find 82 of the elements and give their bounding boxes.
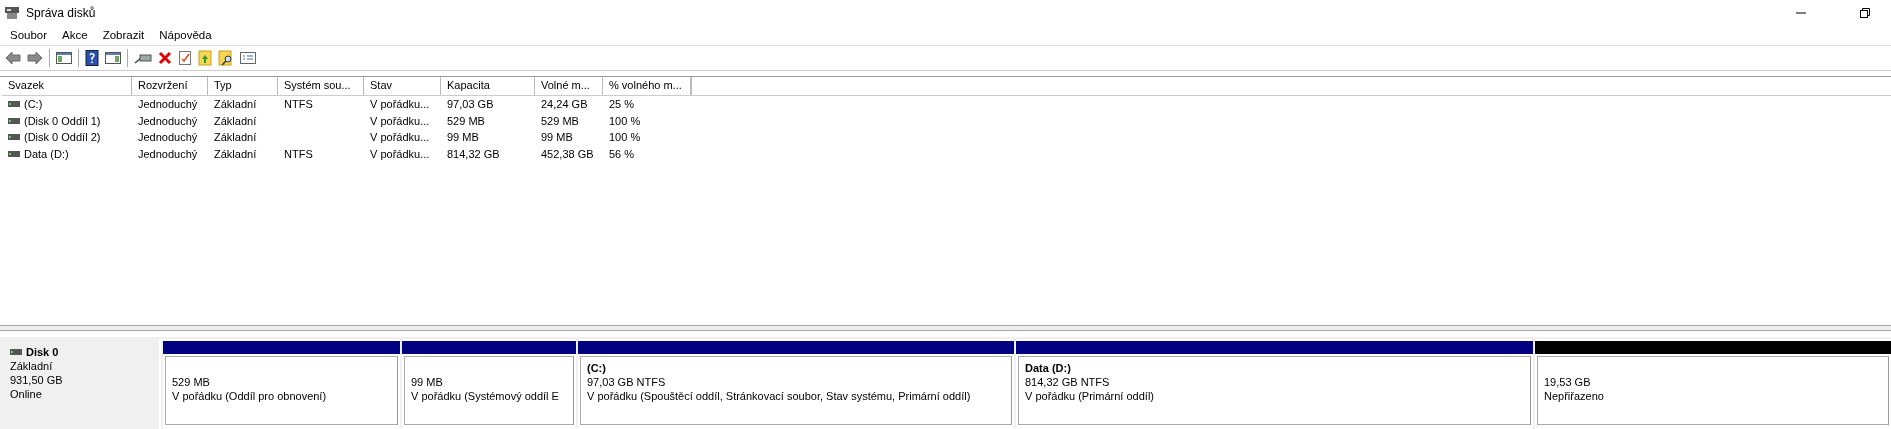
partition-size: 19,53 GB xyxy=(1544,375,1592,389)
table-cell: V pořádku... xyxy=(370,114,430,127)
disk-management-icon xyxy=(4,5,20,20)
table-cell: Jednoduchý xyxy=(138,114,198,127)
partition-status: V pořádku (Spouštěcí oddíl, Stránkovací soubor, Stav systému, Primární oddíl) xyxy=(587,389,972,403)
window-title: Správa disků xyxy=(26,5,96,20)
table-cell: Základní xyxy=(214,147,257,160)
partition-box[interactable]: (C:) 97,03 GB NTFS V pořádku (Spouštěcí oddíl, Stránkovací soubor, Stav systému, Primární oddíl) xyxy=(580,356,1012,425)
action-pane-icon[interactable] xyxy=(105,51,121,65)
disk-size: 931,50 GB xyxy=(10,373,64,387)
table-cell: 99 MB xyxy=(447,131,479,144)
column-header[interactable]: % volného m... xyxy=(603,77,691,95)
menu-item[interactable]: Nápověda xyxy=(159,29,212,41)
folder-up-icon[interactable] xyxy=(198,50,212,66)
restore-icon[interactable] xyxy=(1859,6,1871,19)
table-cell: 56 % xyxy=(609,147,635,160)
connect-icon[interactable] xyxy=(134,51,152,65)
partition-size: 814,32 GB NTFS xyxy=(1025,375,1111,389)
menu-item[interactable]: Zobrazit xyxy=(102,29,145,41)
column-header[interactable]: Rozvržení xyxy=(132,77,208,95)
list-icon[interactable] xyxy=(240,51,256,65)
disk-status: Online xyxy=(10,387,43,401)
column-header[interactable]: Systém sou... xyxy=(278,77,364,95)
table-cell: 814,32 GB xyxy=(447,147,500,160)
partition-status: V pořádku (Primární oddíl) xyxy=(1025,389,1155,403)
delete-icon[interactable] xyxy=(158,51,172,65)
table-cell: (Disk 0 Oddíl 2) xyxy=(24,131,101,144)
column-header[interactable]: Volné m... xyxy=(535,77,603,95)
drive-icon xyxy=(8,101,20,108)
table-cell: 25 % xyxy=(609,98,635,111)
help-icon[interactable] xyxy=(85,50,99,66)
table-cell: V pořádku... xyxy=(370,131,430,144)
drive-icon xyxy=(8,150,20,157)
table-cell: 529 MB xyxy=(447,114,485,127)
drive-icon xyxy=(8,117,20,124)
disk-name: Disk 0 xyxy=(26,345,59,359)
partition-status: V pořádku (Oddíl pro obnovení) xyxy=(172,389,328,403)
menu-item[interactable]: Akce xyxy=(62,29,88,41)
column-header[interactable]: Svazek xyxy=(2,77,132,95)
drive-icon xyxy=(8,134,20,141)
partition-name: Data (D:) xyxy=(1025,361,1072,375)
partition-box[interactable]: Data (D:) 814,32 GB NTFS V pořádku (Primární oddíl) xyxy=(1018,356,1531,425)
column-header[interactable]: Kapacita xyxy=(441,77,535,95)
table-cell: V pořádku... xyxy=(370,147,430,160)
partition-box[interactable]: 19,53 GB Nepřiřazeno xyxy=(1537,356,1889,425)
back-arrow-icon[interactable] xyxy=(5,51,21,65)
table-cell: 97,03 GB xyxy=(447,98,494,111)
table-cell: 100 % xyxy=(609,114,641,127)
table-cell: 24,24 GB xyxy=(541,98,588,111)
console-tree-icon[interactable] xyxy=(56,51,72,65)
table-cell: Jednoduchý xyxy=(138,98,198,111)
table-cell: V pořádku... xyxy=(370,98,430,111)
table-cell: 99 MB xyxy=(541,131,573,144)
table-cell: Základní xyxy=(214,131,257,144)
table-cell: NTFS xyxy=(284,98,313,111)
partition-size: 529 MB xyxy=(172,375,211,389)
partition-size: 97,03 GB NTFS xyxy=(587,375,667,389)
table-cell: NTFS xyxy=(284,147,313,160)
table-cell: (C:) xyxy=(24,98,43,111)
partition-status: V pořádku (Systémový oddíl E xyxy=(411,389,560,403)
disk-type: Základní xyxy=(10,359,54,373)
table-cell: 452,38 GB xyxy=(541,147,594,160)
table-cell: (Disk 0 Oddíl 1) xyxy=(24,114,101,127)
column-header[interactable]: Typ xyxy=(208,77,278,95)
forward-arrow-icon[interactable] xyxy=(27,51,43,65)
table-cell: Základní xyxy=(214,114,257,127)
partition-name: (C:) xyxy=(587,361,607,375)
properties-icon[interactable] xyxy=(178,50,192,66)
partition-box[interactable]: 99 MB V pořádku (Systémový oddíl E xyxy=(404,356,574,425)
drive-icon xyxy=(10,349,22,355)
table-cell: 529 MB xyxy=(541,114,579,127)
column-header[interactable]: Stav xyxy=(364,77,441,95)
folder-search-icon[interactable] xyxy=(218,50,234,66)
partition-box[interactable]: 529 MB V pořádku (Oddíl pro obnovení) xyxy=(165,356,398,425)
partition-status: Nepřiřazeno xyxy=(1544,389,1605,403)
menu-item[interactable]: Soubor xyxy=(10,29,48,41)
table-cell: 100 % xyxy=(609,131,641,144)
table-cell: Základní xyxy=(214,98,257,111)
table-cell: Jednoduchý xyxy=(138,131,198,144)
partition-size: 99 MB xyxy=(411,375,444,389)
table-cell: Data (D:) xyxy=(24,147,69,160)
table-cell: Jednoduchý xyxy=(138,147,198,160)
